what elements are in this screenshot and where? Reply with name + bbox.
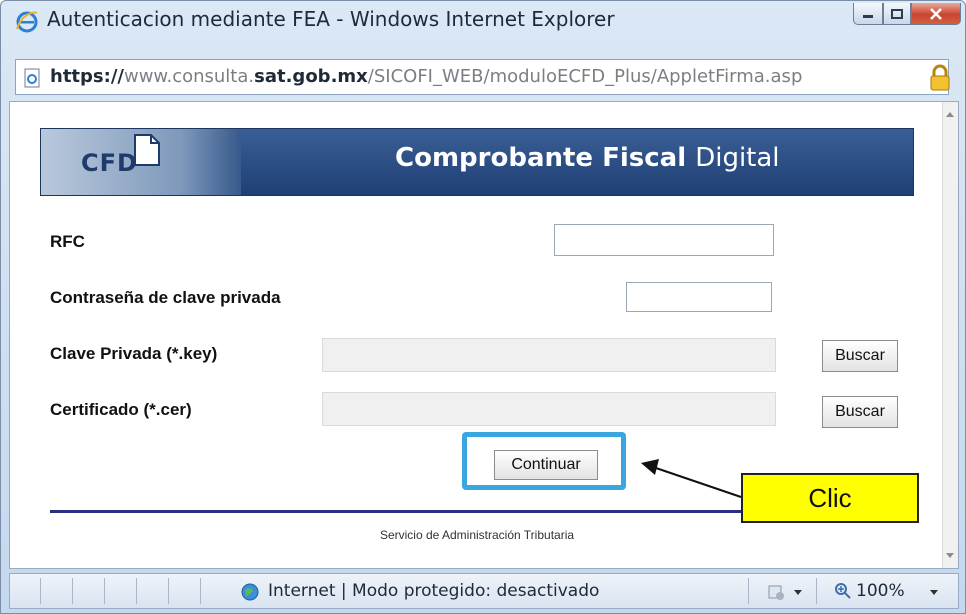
lock-icon[interactable] — [928, 64, 952, 92]
scroll-up-icon[interactable] — [946, 112, 954, 117]
password-input[interactable] — [626, 282, 772, 312]
continue-button[interactable]: Continuar — [494, 450, 598, 480]
clic-callout: Clic — [741, 473, 919, 523]
zoom-level[interactable]: 100% — [856, 581, 905, 601]
protected-mode-icon[interactable] — [766, 582, 786, 602]
url-text: https://www.consulta.sat.gob.mx/SICOFI_W… — [50, 66, 802, 87]
close-button[interactable] — [911, 3, 961, 25]
browser-window: Autenticacion mediante FEA - Windows Int… — [0, 0, 966, 614]
status-divider — [168, 578, 169, 604]
window-title: Autenticacion mediante FEA - Windows Int… — [47, 7, 615, 31]
browse-key-button[interactable]: Buscar — [822, 340, 898, 372]
rfc-label: RFC — [50, 232, 85, 251]
scroll-down-icon[interactable] — [946, 553, 954, 558]
status-divider — [200, 578, 201, 604]
security-zone-text: Internet | Modo protegido: desactivado — [268, 581, 600, 601]
rfc-input[interactable] — [554, 224, 774, 256]
close-icon — [930, 7, 942, 20]
private-key-label: Clave Privada (*.key) — [50, 344, 218, 363]
document-icon — [134, 134, 160, 166]
address-bar[interactable]: https://www.consulta.sat.gob.mx/SICOFI_W… — [15, 59, 952, 95]
certificate-label: Certificado (*.cer) — [50, 400, 192, 419]
certificate-field[interactable] — [322, 392, 776, 426]
minimize-button[interactable] — [853, 3, 883, 25]
window-controls — [853, 3, 961, 27]
status-divider — [104, 578, 105, 604]
zoom-dropdown-icon[interactable] — [930, 590, 938, 595]
globe-icon — [241, 583, 259, 601]
header-banner: CFD Comprobante Fiscal Digital — [40, 128, 914, 196]
footer-text: Servicio de Administración Tributaria — [379, 528, 575, 542]
banner-title-main: Comprobante Fiscal — [395, 143, 687, 173]
status-divider — [748, 578, 749, 604]
password-label: Contraseña de clave privada — [50, 288, 281, 307]
url-domain: sat.gob.mx — [254, 66, 368, 87]
ie-logo-icon — [16, 11, 38, 33]
logo-text: CFD — [81, 149, 138, 177]
logo-area: CFD — [41, 129, 241, 195]
title-bar: Autenticacion mediante FEA - Windows Int… — [1, 1, 966, 49]
browse-cert-button[interactable]: Buscar — [822, 396, 898, 428]
status-divider — [816, 578, 817, 604]
minimize-icon — [863, 14, 873, 18]
private-key-field[interactable] — [322, 338, 776, 372]
url-subdomain: www.consulta. — [123, 66, 255, 87]
banner-title-digital: Digital — [695, 143, 780, 173]
zoom-icon[interactable] — [834, 582, 852, 600]
vertical-scrollbar[interactable] — [942, 102, 958, 568]
zone-dropdown-icon[interactable] — [794, 590, 802, 595]
maximize-icon — [891, 8, 903, 19]
maximize-button[interactable] — [883, 3, 911, 25]
status-divider — [40, 578, 41, 604]
url-path: /SICOFI_WEB/moduloECFD_Plus/AppletFirma.… — [367, 66, 803, 87]
page-icon — [24, 68, 40, 88]
status-bar: Internet | Modo protegido: desactivado 1… — [9, 573, 959, 609]
banner-title: Comprobante Fiscal Digital — [395, 143, 780, 173]
url-scheme: https:// — [50, 66, 124, 87]
status-divider — [136, 578, 137, 604]
status-divider — [72, 578, 73, 604]
